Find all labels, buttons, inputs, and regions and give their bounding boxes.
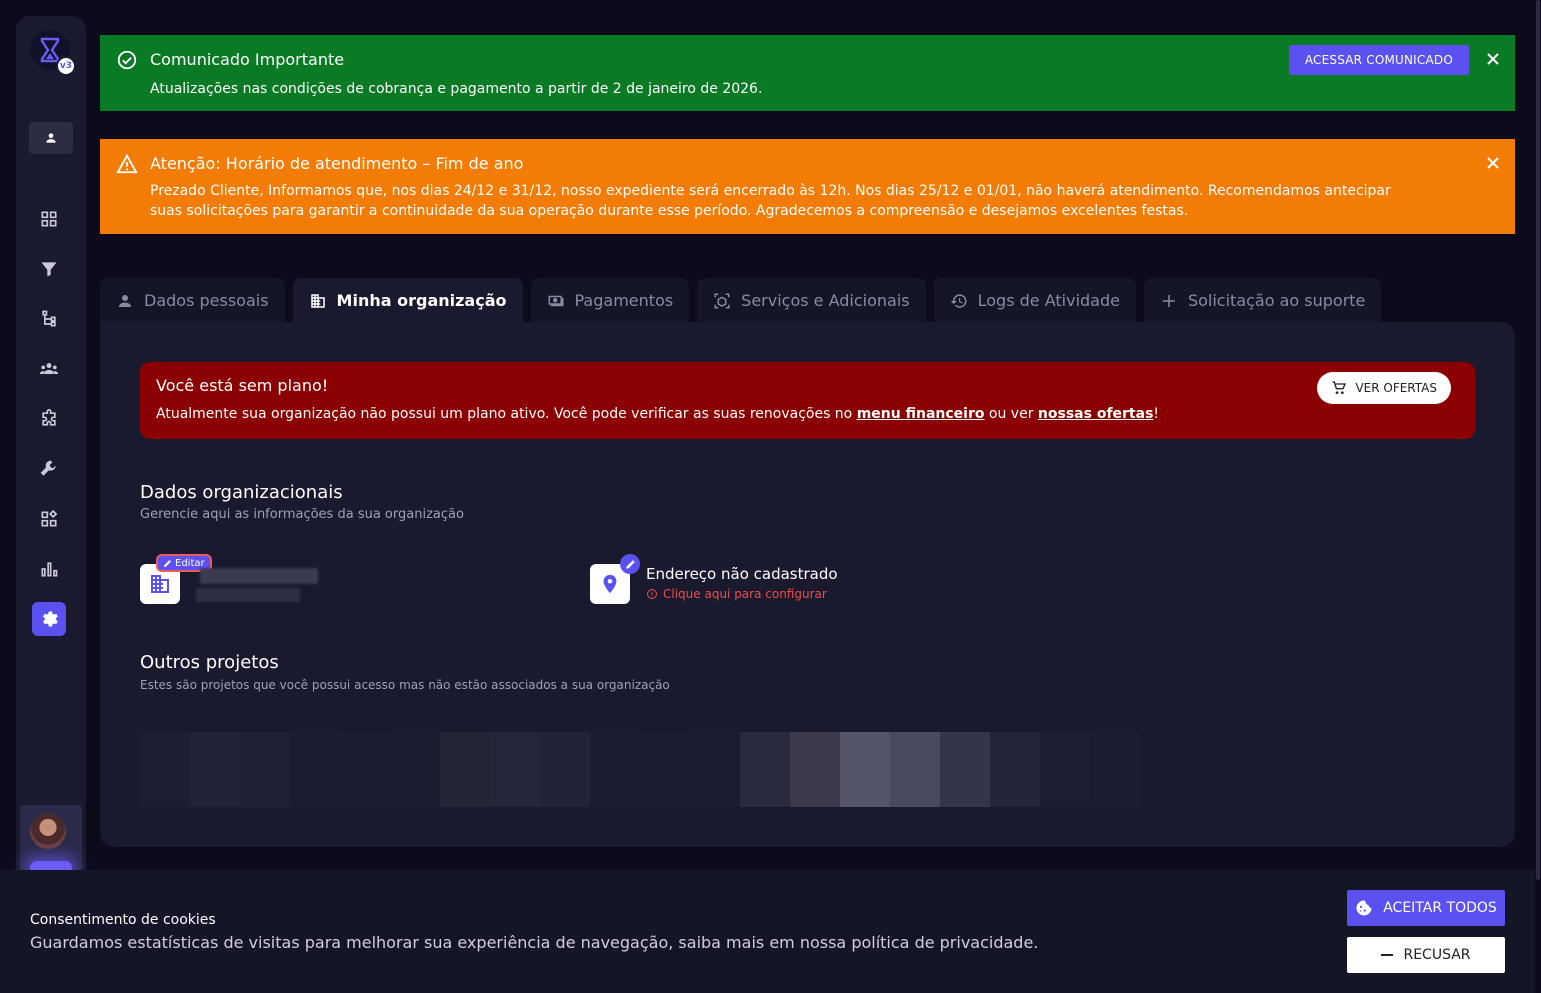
warning-banner: Atenção: Horário de atendimento – Fim de… — [100, 139, 1515, 234]
edit-label: Editar — [175, 557, 205, 569]
minus-icon — [1381, 954, 1394, 956]
tab-support-request[interactable]: Solicitação ao suporte — [1143, 278, 1382, 323]
configure-address-link[interactable]: Clique aqui para configurar — [646, 587, 827, 601]
tab-payments[interactable]: Pagamentos — [530, 278, 690, 323]
building-icon — [310, 293, 325, 308]
app-logo[interactable]: v3 — [30, 30, 76, 76]
hierarchy-icon — [42, 310, 56, 327]
warning-text: Prezado Cliente, Informamos que, nos dia… — [150, 183, 1391, 219]
no-plan-text: Atualmente sua organização não possui um… — [156, 406, 1159, 422]
org-data-title: Dados organizacionais — [140, 482, 343, 503]
widgets-icon — [41, 509, 58, 527]
tab-label: Pagamentos — [574, 291, 674, 310]
wrench-icon — [40, 460, 56, 476]
nav-reports[interactable] — [32, 552, 66, 586]
warning-icon — [116, 153, 138, 174]
scrollbar-thumb[interactable] — [1536, 0, 1540, 880]
nav-settings[interactable] — [32, 602, 66, 636]
tab-services[interactable]: Serviços e Adicionais — [697, 278, 926, 323]
settings-tabs: Dados pessoais Minha organização Pagamen… — [100, 278, 1382, 323]
nav-dashboard[interactable] — [32, 202, 66, 236]
puzzle-icon — [42, 409, 56, 426]
no-plan-title: Você está sem plano! — [156, 376, 329, 395]
check-circle-icon — [117, 50, 137, 70]
cookie-consent-bar: Consentimento de cookies Guardamos estat… — [0, 870, 1535, 993]
person-icon — [119, 294, 131, 307]
other-projects-subtitle: Estes são projetos que você possui acess… — [140, 678, 670, 692]
location-pin-icon — [603, 574, 617, 594]
tab-activity-logs[interactable]: Logs de Atividade — [933, 278, 1136, 323]
filter-icon — [41, 262, 57, 277]
sidebar: v3 — [16, 16, 86, 993]
accept-label: ACEITAR TODOS — [1383, 900, 1497, 916]
gear-icon — [43, 611, 58, 627]
nav-tools[interactable] — [32, 452, 66, 486]
tab-label: Dados pessoais — [144, 291, 269, 310]
no-plan-alert: Você está sem plano! Atualmente sua orga… — [140, 362, 1475, 439]
pencil-icon — [164, 559, 171, 567]
tab-my-organization[interactable]: Minha organização — [292, 278, 523, 323]
no-plan-text-part: ou ver — [984, 406, 1038, 422]
announcement-banner: Comunicado Importante Atualizações nas c… — [100, 35, 1515, 111]
team-icon — [39, 363, 59, 374]
history-icon — [950, 293, 967, 308]
nav-widgets[interactable] — [32, 502, 66, 536]
alert-clock-icon — [647, 589, 657, 599]
avatar[interactable] — [30, 813, 66, 849]
no-plan-text-part: ! — [1153, 406, 1160, 422]
address-status: Endereço não cadastrado — [646, 565, 838, 583]
building-icon — [151, 575, 169, 593]
refuse-label: RECUSAR — [1403, 947, 1471, 963]
redacted-org-detail — [196, 588, 300, 602]
person-icon — [46, 133, 56, 143]
redacted-org-name — [200, 568, 318, 584]
nav-filter[interactable] — [32, 252, 66, 286]
redacted-projects-list — [140, 732, 1140, 807]
tab-label: Logs de Atividade — [977, 291, 1120, 310]
scrollbar-track[interactable] — [1535, 0, 1541, 993]
accept-all-cookies-button[interactable]: ACEITAR TODOS — [1347, 890, 1505, 926]
version-badge: v3 — [56, 56, 76, 76]
configure-address-label: Clique aqui para configurar — [663, 587, 827, 601]
nav-team[interactable] — [32, 352, 66, 386]
view-offers-button[interactable]: VER OFERTAS — [1317, 372, 1451, 404]
tab-personal-data[interactable]: Dados pessoais — [100, 278, 285, 323]
warning-title: Atenção: Horário de atendimento – Fim de… — [150, 154, 524, 173]
org-data-subtitle: Gerencie aqui as informações da sua orga… — [140, 507, 464, 522]
pencil-icon — [625, 559, 635, 569]
bar-chart-icon — [41, 562, 58, 577]
cart-icon — [1332, 381, 1347, 394]
our-offers-link[interactable]: nossas ofertas — [1038, 406, 1154, 422]
plus-icon — [1162, 294, 1175, 307]
dashboard-icon — [41, 211, 57, 227]
close-icon[interactable] — [1485, 51, 1501, 67]
cookie-title: Consentimento de cookies — [30, 912, 216, 928]
access-announcement-button[interactable]: ACESSAR COMUNICADO — [1288, 45, 1469, 75]
refuse-cookies-button[interactable]: RECUSAR — [1347, 937, 1505, 973]
other-projects-title: Outros projetos — [140, 652, 279, 673]
announcement-title: Comunicado Importante — [150, 50, 345, 69]
services-icon — [714, 293, 730, 308]
nav-hierarchy[interactable] — [32, 302, 66, 336]
financial-menu-link[interactable]: menu financeiro — [857, 406, 985, 422]
cookie-text: Guardamos estatísticas de visitas para m… — [30, 933, 1039, 952]
no-plan-text-part: Atualmente sua organização não possui um… — [156, 406, 857, 422]
payments-icon — [548, 295, 563, 306]
organization-panel: Você está sem plano! Atualmente sua orga… — [100, 322, 1515, 847]
announcement-text: Atualizações nas condições de cobrança e… — [150, 81, 763, 97]
nav-integrations[interactable] — [32, 402, 66, 436]
user-switch-button[interactable] — [29, 122, 73, 154]
cookie-icon — [1356, 900, 1372, 916]
close-icon[interactable] — [1485, 155, 1501, 171]
view-offers-label: VER OFERTAS — [1355, 381, 1437, 395]
tab-label: Solicitação ao suporte — [1187, 291, 1366, 310]
tab-label: Serviços e Adicionais — [741, 291, 910, 310]
tab-label: Minha organização — [336, 291, 507, 310]
edit-address-button[interactable] — [620, 554, 640, 574]
